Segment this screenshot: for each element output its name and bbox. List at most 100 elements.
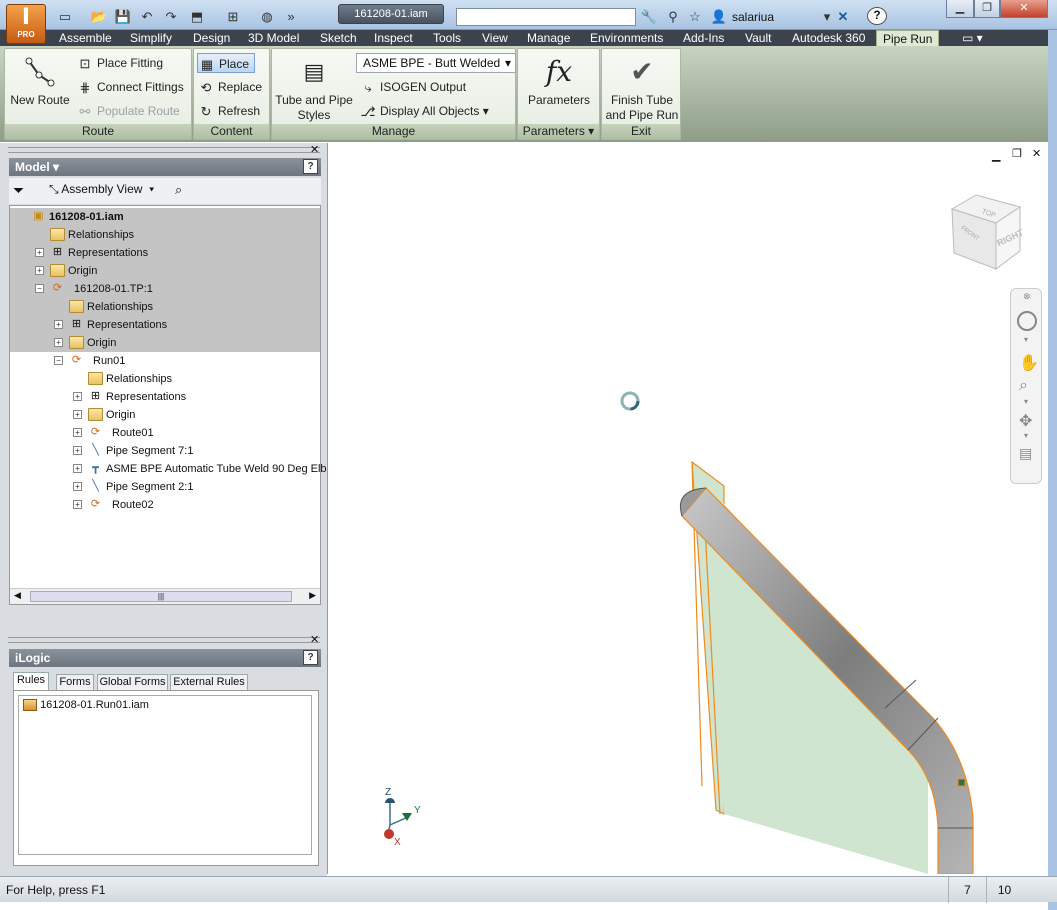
tab-add-ins[interactable]: Add-Ins [683,30,724,46]
tab-environments[interactable]: Environments [590,30,663,46]
ribbon-options-icon[interactable]: ▭ ▾ [962,30,983,46]
close-viewport-icon[interactable]: ✕ [1032,147,1041,160]
tree-node[interactable]: + Origin [10,334,320,352]
orbit-icon[interactable]: ✥ [1019,411,1032,431]
save-icon[interactable]: 💾 [114,8,132,25]
star-icon[interactable]: ☆ [686,8,704,25]
chevron-down-icon[interactable]: ▾ [1024,335,1028,344]
chevron-down-icon[interactable]: ▾ [1024,397,1028,406]
expand-icon[interactable]: + [73,410,82,419]
tab-pipe-run[interactable]: Pipe Run [876,30,940,46]
scroll-right-icon[interactable]: ▶ [309,590,316,601]
tab-global-forms[interactable]: Global Forms [97,674,168,691]
scroll-thumb[interactable]: ||| [30,591,292,602]
populate-route-button[interactable]: ⚯ Populate Route [77,101,180,121]
expand-icon[interactable]: + [35,266,44,275]
tree-node[interactable]: + ⊞ Representations [10,244,320,262]
tree-node[interactable]: Relationships [10,370,320,388]
steering-wheel-icon[interactable] [1017,311,1037,331]
expand-icon[interactable]: + [73,500,82,509]
scroll-left-icon[interactable]: ◀ [14,590,21,601]
expand-icon[interactable]: + [73,428,82,437]
place-button[interactable]: ▦ Place [197,53,255,73]
close-icon[interactable]: ✕ [310,633,319,646]
tree-node[interactable]: + ╲ Pipe Segment 7:1 [10,442,320,460]
tab-autodesk-360[interactable]: Autodesk 360 [792,30,865,46]
refresh-button[interactable]: ↻ Refresh [198,101,260,121]
exchange-icon[interactable]: ✕ [834,8,852,25]
place-fitting-button[interactable]: ⊡ Place Fitting [77,53,163,73]
expand-icon[interactable]: + [73,392,82,401]
tab-assemble[interactable]: Assemble [59,30,112,46]
restore-viewport-icon[interactable]: ❐ [1012,147,1022,160]
help-icon[interactable]: ? [303,159,318,174]
tab-view[interactable]: View [482,30,508,46]
graphics-window[interactable]: ▁ ❐ ✕ TOP FRONT RIGHT ⊗ ▾ ✋ ⌕ ▾ ✥ ▾ ▤ Z … [327,143,1048,874]
close-button[interactable]: ✕ [1000,0,1048,18]
wrench-icon[interactable]: 🔧 [640,8,658,25]
tree-node[interactable]: ▣ 161208-01.iam [10,208,320,226]
pane-grip[interactable] [8,637,320,643]
isogen-output-button[interactable]: ⤷ ISOGEN Output [360,77,466,97]
tab-forms[interactable]: Forms [56,674,94,691]
tree-node[interactable]: + Origin [10,262,320,280]
expand-icon[interactable]: + [54,338,63,347]
expand-icon[interactable]: + [73,482,82,491]
find-icon[interactable]: ⌕ [175,182,182,198]
satellite-icon[interactable]: ⚲ [664,8,682,25]
pipe-model[interactable] [668,458,1049,874]
open-icon[interactable]: 📂 [90,8,108,25]
tree-node[interactable]: + ⊞ Representations [10,316,320,334]
maximize-button[interactable]: ❐ [974,0,1000,18]
tree-node[interactable]: Relationships [10,226,320,244]
tree-node[interactable]: Relationships [10,298,320,316]
collapse-icon[interactable]: − [35,284,44,293]
username[interactable]: salariua [732,10,774,24]
display-all-objects-button[interactable]: ⎇ Display All Objects ▾ [360,101,489,121]
tab-design[interactable]: Design [193,30,230,46]
tab-external-rules[interactable]: External Rules [170,674,248,691]
help-icon[interactable]: ? [303,650,318,665]
connect-fittings-button[interactable]: ⋕ Connect Fittings [77,77,184,97]
tree-node[interactable]: − ⟳ 161208-01.TP:1 [10,280,320,298]
expand-icon[interactable]: + [54,320,63,329]
tree-node[interactable]: + ╲ Pipe Segment 2:1 [10,478,320,496]
expand-icon[interactable]: + [73,446,82,455]
minimize-viewport-icon[interactable]: ▁ [992,149,1000,162]
application-menu-button[interactable]: I PRO [6,4,46,44]
new-route-button[interactable]: New Route [9,55,71,108]
expand-icon[interactable]: + [73,464,82,473]
ilogic-pane-header[interactable]: iLogic ? [9,649,321,667]
help-icon[interactable]: ? [867,7,887,25]
more-icon[interactable]: » [282,8,300,25]
rule-item[interactable]: 161208-01.Run01.iam [23,699,149,712]
tube-pipe-styles-button[interactable]: ▤ Tube and Pipe Styles [274,55,354,123]
minimize-button[interactable]: ▁ [946,0,974,18]
replace-button[interactable]: ⟲ Replace [198,77,262,97]
pane-grip[interactable] [8,147,320,153]
collapse-icon[interactable]: − [54,356,63,365]
pan-icon[interactable]: ✋ [1019,353,1039,373]
close-icon[interactable]: ⊗ [1023,291,1031,302]
tree-node[interactable]: + ┳ ASME BPE Automatic Tube Weld 90 Deg El… [10,460,350,478]
tree-node[interactable]: + Origin [10,406,320,424]
tab-rules[interactable]: Rules [13,672,49,691]
tab-vault[interactable]: Vault [745,30,771,46]
panel-parameters-title[interactable]: Parameters ▾ [518,124,599,139]
horizontal-scrollbar[interactable]: ◀ ||| ▶ [10,588,320,604]
search-input[interactable] [456,8,636,26]
chevron-down-icon[interactable]: ▾ [1024,431,1028,440]
undo-icon[interactable]: ↶ [138,8,156,25]
tab-inspect[interactable]: Inspect [374,30,413,46]
material-icon[interactable]: ◍ [258,8,276,25]
model-pane-header[interactable]: Model ▾ ? [9,158,321,176]
route-point[interactable] [957,778,966,787]
tab-manage[interactable]: Manage [527,30,570,46]
viewcube[interactable]: TOP FRONT RIGHT [946,191,1026,271]
return-icon[interactable]: ⬒ [188,8,206,25]
view-select[interactable]: ⤡ Assembly View ▾ [49,182,154,197]
tab-3d-model[interactable]: 3D Model [248,30,299,46]
finish-run-button[interactable]: ✔ Finish Tube and Pipe Run [603,55,681,123]
tab-sketch[interactable]: Sketch [320,30,357,46]
filter-icon[interactable]: ⏷ [13,182,24,199]
